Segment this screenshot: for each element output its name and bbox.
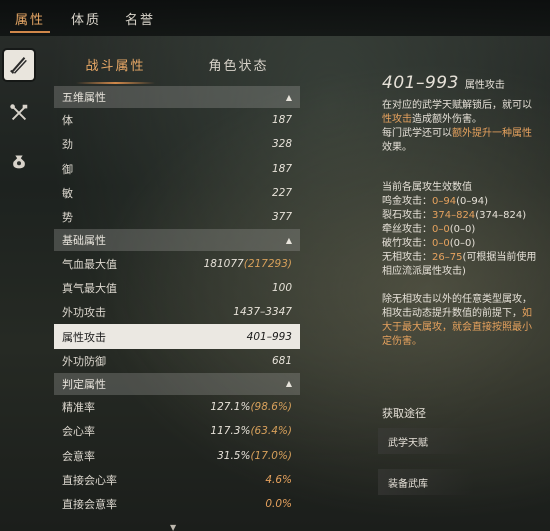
stat-row[interactable]: 直接会心率 4.6% xyxy=(54,468,300,492)
stat-row[interactable]: 精准率 127.1%(98.6%) xyxy=(54,395,300,419)
stat-value: 401–993 xyxy=(246,330,292,343)
stat-value: 227 xyxy=(271,187,292,200)
attribute-list: 五维属性 ▲ 体 187 劲 328 御 187 敏 227 势 377 基础属性 ▲ 气… xyxy=(54,86,300,531)
stat-value: 1437–3347 xyxy=(233,306,292,319)
stat-row[interactable]: 真气最大值 100 xyxy=(54,276,300,300)
stat-value: 117.3%(63.4%) xyxy=(210,425,292,438)
stat-row[interactable]: 敏 227 xyxy=(54,181,300,205)
tab-combat-attributes[interactable]: 战斗属性 xyxy=(54,56,177,84)
acquire-martial-talent-button[interactable]: 武学天赋 xyxy=(378,428,474,454)
section-title: 基础属性 xyxy=(62,234,106,248)
tab-attributes[interactable]: 属性 xyxy=(0,0,60,36)
stat-row[interactable]: 会心率 117.3%(63.4%) xyxy=(54,419,300,443)
stat-label: 直接会心率 xyxy=(62,474,117,487)
stat-label: 劲 xyxy=(62,138,73,152)
stat-value: 181077(217293) xyxy=(203,257,292,270)
section-title: 五维属性 xyxy=(62,91,106,104)
stat-value: 4.6% xyxy=(265,474,292,486)
stat-row[interactable]: 外功攻击 1437–3347 xyxy=(54,300,300,324)
tab-constitution[interactable]: 体质 xyxy=(60,0,112,36)
stat-label: 属性攻击 xyxy=(62,330,106,344)
stat-value: 681 xyxy=(271,354,292,367)
stat-value: 31.5%(17.0%) xyxy=(217,449,292,462)
stat-label: 势 xyxy=(62,211,73,225)
detail-panel: 401–993 属性攻击 在对应的武学天赋解锁后，就可以 性攻击造成额外伤害。 每… xyxy=(382,73,550,349)
stat-label: 会意率 xyxy=(62,449,95,463)
crossed-swords-icon xyxy=(10,57,27,74)
sub-tab-bar: 战斗属性 角色状态 xyxy=(54,56,300,84)
rail-skills-button[interactable] xyxy=(4,98,34,128)
stat-label: 真气最大值 xyxy=(62,281,117,295)
stat-value: 0.0% xyxy=(265,498,292,511)
tab-character-status[interactable]: 角色状态 xyxy=(177,56,300,80)
section-title: 判定属性 xyxy=(62,377,106,391)
detail-rule-text: 除无相攻击以外的任意类型属攻， 相攻击动态提升数值的前提下，如 大于最大属攻，就… xyxy=(382,294,532,347)
top-tab-bar: 属性 体质 名誉 xyxy=(0,0,550,36)
rail-combat-button[interactable] xyxy=(4,50,34,80)
stat-row[interactable]: 势 377 xyxy=(54,205,300,229)
stat-row[interactable]: 劲 328 xyxy=(54,132,300,156)
stat-label: 气血最大值 xyxy=(62,257,117,271)
rail-inventory-button[interactable] xyxy=(4,146,34,176)
stat-row-selected[interactable]: 属性攻击 401–993 xyxy=(54,324,300,349)
stat-row[interactable]: 会意率 31.5%(17.0%) xyxy=(54,444,300,468)
stat-row[interactable]: 气血最大值 181077(217293) xyxy=(54,251,300,275)
stat-value: 127.1%(98.6%) xyxy=(210,401,292,414)
tab-reputation[interactable]: 名誉 xyxy=(112,0,168,36)
current-attack-values: 当前各属攻生效数值 鸣金攻击：0–94(0–94) 裂石攻击：374–824(3… xyxy=(382,181,550,279)
acquire-title: 获取途径 xyxy=(382,407,426,420)
stat-label: 直接会意率 xyxy=(62,498,117,512)
stat-value: 377 xyxy=(271,211,292,224)
stat-label: 外功攻击 xyxy=(62,306,106,320)
section-judge[interactable]: 判定属性 ▲ xyxy=(54,372,300,395)
acquire-equipment-armory-button[interactable]: 装备武库 xyxy=(378,469,474,495)
stat-label: 敏 xyxy=(62,187,73,201)
crossed-tools-icon xyxy=(10,104,28,121)
detail-range-label: 属性攻击 xyxy=(464,80,505,91)
detail-header: 401–993 属性攻击 xyxy=(382,73,550,93)
collapse-caret-icon: ▲ xyxy=(285,235,292,245)
detail-intro: 在对应的武学天赋解锁后，就可以 性攻击造成额外伤害。 每门武学还可以额外提升一种… xyxy=(382,100,532,153)
stat-label: 精准率 xyxy=(62,401,95,415)
stat-value: 187 xyxy=(271,162,292,175)
stat-row[interactable]: 外功防御 681 xyxy=(54,349,300,373)
stat-row[interactable]: 体 187 xyxy=(54,108,300,132)
stat-value: 328 xyxy=(271,138,292,151)
current-values-title: 当前各属攻生效数值 xyxy=(382,182,472,193)
stat-value: 100 xyxy=(271,281,292,294)
scroll-down-icon[interactable]: ▼ xyxy=(170,523,176,531)
stat-row[interactable]: 御 187 xyxy=(54,157,300,181)
stat-label: 外功防御 xyxy=(62,354,106,368)
stat-value: 187 xyxy=(271,114,292,127)
collapse-caret-icon: ▲ xyxy=(285,379,292,389)
pouch-icon xyxy=(13,155,25,169)
stat-row[interactable]: 直接会意率 0.0% xyxy=(54,492,300,516)
section-basic[interactable]: 基础属性 ▲ xyxy=(54,229,300,252)
detail-range: 401–993 xyxy=(382,73,459,93)
collapse-caret-icon: ▲ xyxy=(285,92,292,102)
icon-rail xyxy=(0,50,38,194)
section-five-dim[interactable]: 五维属性 ▲ xyxy=(54,86,300,108)
stat-label: 御 xyxy=(62,162,73,176)
stat-label: 会心率 xyxy=(62,425,95,439)
stat-label: 体 xyxy=(62,114,73,128)
